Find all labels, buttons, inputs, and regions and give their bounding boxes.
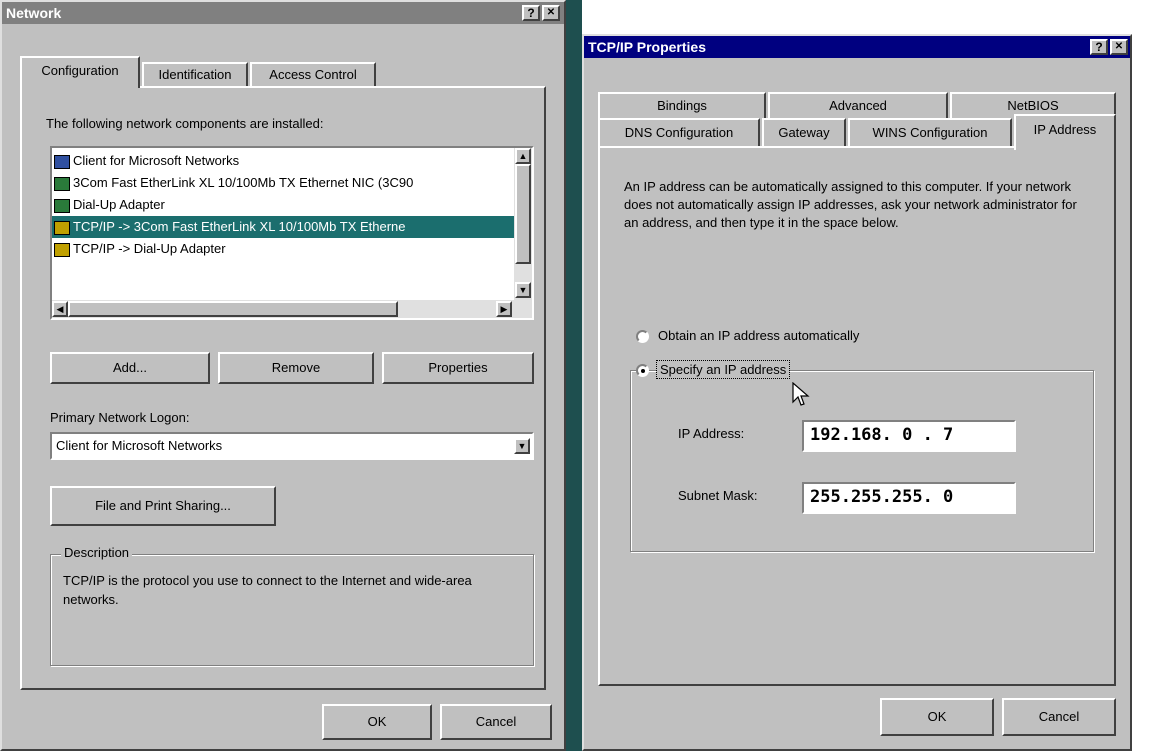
tab-bindings[interactable]: Bindings	[598, 92, 766, 118]
tab-advanced[interactable]: Advanced	[768, 92, 948, 118]
protocol-icon	[54, 220, 70, 235]
network-adapter-icon	[54, 176, 70, 191]
specify-ip-label[interactable]: Specify an IP address	[656, 360, 791, 379]
client-icon	[54, 154, 70, 169]
specify-ip-radio[interactable]	[636, 364, 649, 377]
list-item-nic[interactable]: 3Com Fast EtherLink XL 10/100Mb TX Ether…	[52, 172, 514, 194]
tab-configuration[interactable]: Configuration	[20, 56, 140, 88]
desktop-background	[566, 0, 582, 751]
help-button[interactable]: ?	[1090, 39, 1108, 55]
components-list[interactable]: Client for Microsoft Networks 3Com Fast …	[50, 146, 534, 320]
ip-address-panel: An IP address can be automatically assig…	[598, 146, 1116, 686]
components-label: The following network components are ins…	[46, 116, 324, 131]
tab-ip-address[interactable]: IP Address	[1014, 114, 1116, 150]
remove-button[interactable]: Remove	[218, 352, 374, 384]
list-content: Client for Microsoft Networks 3Com Fast …	[52, 148, 514, 304]
scroll-thumb[interactable]	[515, 164, 531, 264]
horizontal-scrollbar[interactable]: ◀ ▶	[52, 300, 532, 318]
radio-selected-dot	[641, 369, 645, 373]
close-button[interactable]: ✕	[542, 5, 560, 21]
tab-gateway[interactable]: Gateway	[762, 118, 846, 146]
intro-text: An IP address can be automatically assig…	[624, 179, 1077, 230]
primary-logon-label: Primary Network Logon:	[50, 410, 190, 425]
network-title-bar[interactable]: Network ? ✕	[2, 2, 564, 24]
protocol-icon	[54, 242, 70, 257]
ok-button[interactable]: OK	[322, 704, 432, 740]
primary-logon-select[interactable]: Client for Microsoft Networks ▼	[50, 432, 534, 460]
ok-button[interactable]: OK	[880, 698, 994, 736]
tab-dns-configuration[interactable]: DNS Configuration	[598, 118, 760, 146]
scroll-right-icon[interactable]: ▶	[496, 301, 512, 317]
tab-access-control[interactable]: Access Control	[250, 62, 376, 86]
subnet-mask-input[interactable]: 255.255.255. 0	[802, 482, 1016, 514]
scroll-thumb-horizontal[interactable]	[68, 301, 398, 317]
tcpip-title: TCP/IP Properties	[588, 39, 707, 55]
network-title: Network	[6, 5, 62, 21]
tab-wins-configuration[interactable]: WINS Configuration	[848, 118, 1012, 146]
list-item-dialup[interactable]: Dial-Up Adapter	[52, 194, 514, 216]
tcpip-dialog: TCP/IP Properties ? ✕ Bindings Advanced …	[582, 34, 1132, 751]
network-adapter-icon	[54, 198, 70, 213]
help-button[interactable]: ?	[522, 5, 540, 21]
cancel-button[interactable]: Cancel	[1002, 698, 1116, 736]
file-print-sharing-button[interactable]: File and Print Sharing...	[50, 486, 276, 526]
dropdown-arrow-icon[interactable]: ▼	[514, 438, 530, 454]
add-button[interactable]: Add...	[50, 352, 210, 384]
vertical-scrollbar[interactable]: ▲ ▼	[514, 148, 532, 300]
description-group: Description TCP/IP is the protocol you u…	[50, 545, 534, 666]
specify-ip-group	[630, 370, 1094, 552]
description-label: Description	[61, 545, 133, 560]
obtain-ip-radio[interactable]	[636, 330, 649, 343]
subnet-mask-label: Subnet Mask:	[678, 488, 758, 503]
scroll-left-icon[interactable]: ◀	[52, 301, 68, 317]
list-item-client[interactable]: Client for Microsoft Networks	[52, 150, 514, 172]
network-dialog: Network ? ✕ Configuration Identification…	[0, 0, 566, 751]
scroll-down-icon[interactable]: ▼	[515, 282, 531, 298]
mouse-cursor-icon	[792, 382, 810, 406]
list-item-tcpip-dialup[interactable]: TCP/IP -> Dial-Up Adapter	[52, 238, 514, 260]
ip-address-label: IP Address:	[678, 426, 745, 441]
list-item-tcpip-nic[interactable]: TCP/IP -> 3Com Fast EtherLink XL 10/100M…	[52, 216, 514, 238]
tcpip-title-bar[interactable]: TCP/IP Properties ? ✕	[584, 36, 1130, 58]
scroll-up-icon[interactable]: ▲	[515, 148, 531, 164]
close-button[interactable]: ✕	[1110, 39, 1128, 55]
configuration-panel: The following network components are ins…	[20, 86, 546, 690]
description-text: TCP/IP is the protocol you use to connec…	[63, 573, 472, 607]
tab-identification[interactable]: Identification	[142, 62, 248, 86]
obtain-ip-label[interactable]: Obtain an IP address automatically	[658, 328, 859, 343]
cancel-button[interactable]: Cancel	[440, 704, 552, 740]
properties-button[interactable]: Properties	[382, 352, 534, 384]
ip-address-input[interactable]: 192.168. 0 . 7	[802, 420, 1016, 452]
